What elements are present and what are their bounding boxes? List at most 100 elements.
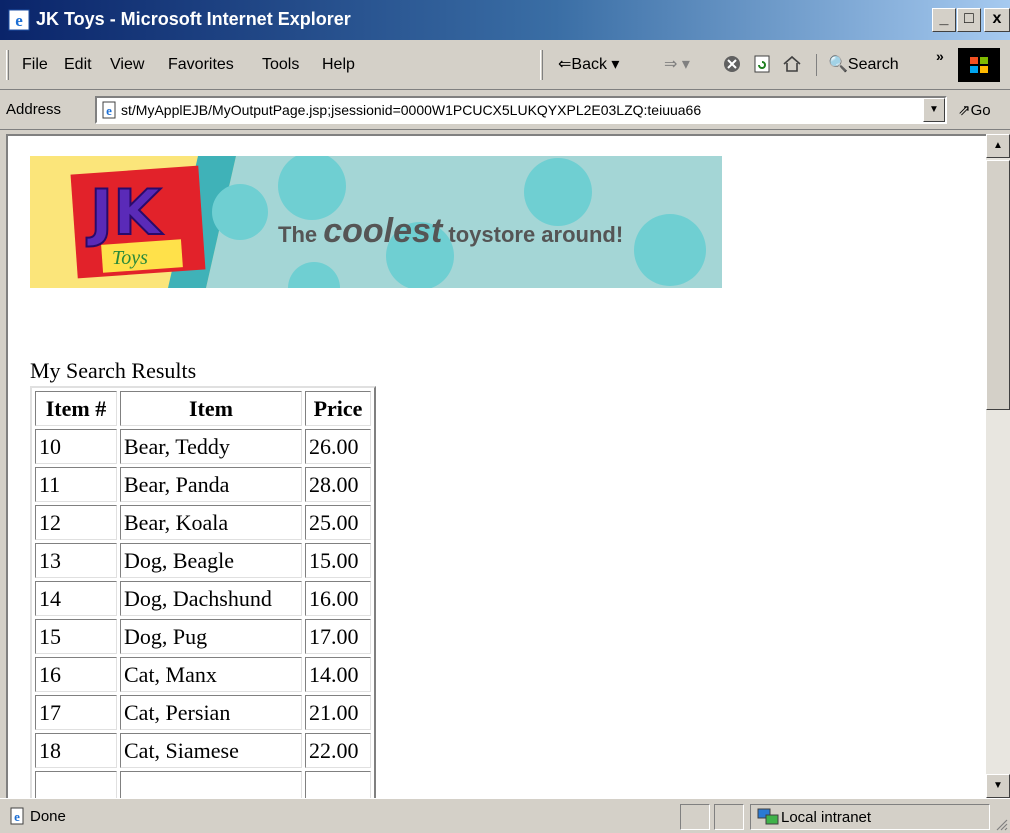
scroll-thumb[interactable] xyxy=(986,160,1010,410)
table-row: 10 Bear, Teddy 26.00 xyxy=(35,429,371,464)
cell-price: 17.00 xyxy=(305,619,371,654)
jk-toys-banner: JK Toys The coolest toystore around! xyxy=(30,156,722,288)
menu-favorites[interactable]: Favorites xyxy=(168,56,234,74)
table-row xyxy=(35,771,371,798)
menu-file[interactable]: File xyxy=(22,56,48,74)
table-row: 17 Cat, Persian 21.00 xyxy=(35,695,371,730)
cell-item: Cat, Siamese xyxy=(120,733,302,768)
close-button[interactable]: x xyxy=(984,8,1010,32)
cell-item-number: 15 xyxy=(35,619,117,654)
address-bar: Address e st/MyApplEJB/MyOutputPage.jsp;… xyxy=(0,90,1010,130)
menu-view[interactable]: View xyxy=(110,56,144,74)
window-title: JK Toys - Microsoft Internet Explorer xyxy=(36,9,351,29)
cell-price: 25.00 xyxy=(305,505,371,540)
cell-item-number: 10 xyxy=(35,429,117,464)
cell-item-number: 17 xyxy=(35,695,117,730)
scroll-up-button[interactable]: ▲ xyxy=(986,134,1010,158)
table-row: 13 Dog, Beagle 15.00 xyxy=(35,543,371,578)
cell-item-number: 18 xyxy=(35,733,117,768)
cell-item: Cat, Persian xyxy=(120,695,302,730)
address-url[interactable]: st/MyApplEJB/MyOutputPage.jsp;jsessionid… xyxy=(121,102,921,118)
zone-label: Local intranet xyxy=(781,809,872,826)
ie-throbber xyxy=(958,48,1000,82)
search-button[interactable]: 🔍Search xyxy=(828,54,899,74)
cell-item: Cat, Manx xyxy=(120,657,302,692)
zone-pane: Local intranet xyxy=(750,804,990,830)
forward-button[interactable]: ⇒ ▾ xyxy=(664,54,690,74)
back-arrow-icon: ⇐ xyxy=(558,56,572,73)
stop-icon[interactable] xyxy=(722,54,742,74)
table-row: 11 Bear, Panda 28.00 xyxy=(35,467,371,502)
go-label: Go xyxy=(970,102,991,119)
cell-item-number: 16 xyxy=(35,657,117,692)
cell-item: Dog, Beagle xyxy=(120,543,302,578)
status-page-icon: e xyxy=(10,807,24,825)
cell-price: 16.00 xyxy=(305,581,371,616)
search-label: Search xyxy=(847,56,899,73)
cell-item-number xyxy=(35,771,117,798)
cell-item: Dog, Pug xyxy=(120,619,302,654)
resize-grip[interactable] xyxy=(994,817,1008,831)
scroll-down-button[interactable]: ▼ xyxy=(986,774,1010,798)
results-table: Item # Item Price 10 Bear, Teddy 26.00 11 Be… xyxy=(30,386,376,798)
cell-item-number: 14 xyxy=(35,581,117,616)
address-dropdown-button[interactable]: ▼ xyxy=(923,98,945,122)
back-button[interactable]: ⇐Back ▾ xyxy=(558,54,619,74)
column-header-item: Item xyxy=(120,391,302,426)
home-icon[interactable] xyxy=(782,54,802,74)
cell-price: 15.00 xyxy=(305,543,371,578)
table-row: 12 Bear, Koala 25.00 xyxy=(35,505,371,540)
status-text: Done xyxy=(30,808,66,825)
status-pane-2 xyxy=(714,804,744,830)
search-results: My Search Results Item # Item Price 10 Be… xyxy=(30,358,376,798)
column-header-item-number: Item # xyxy=(35,391,117,426)
results-title: My Search Results xyxy=(30,358,197,383)
page-icon: e xyxy=(102,101,116,119)
back-label: Back xyxy=(571,56,607,73)
minimize-button[interactable]: _ xyxy=(932,8,956,32)
cell-price xyxy=(305,771,371,798)
address-label: Address xyxy=(6,101,62,118)
cell-item-number: 11 xyxy=(35,467,117,502)
cell-item: Bear, Panda xyxy=(120,467,302,502)
cell-item: Bear, Koala xyxy=(120,505,302,540)
menu-grip xyxy=(6,50,9,80)
go-button[interactable]: ⇗Go xyxy=(958,101,991,119)
table-row: 18 Cat, Siamese 22.00 xyxy=(35,733,371,768)
windows-logo-icon xyxy=(970,57,988,73)
status-bar: e Done Local intranet xyxy=(0,798,1010,833)
table-row: 14 Dog, Dachshund 16.00 xyxy=(35,581,371,616)
svg-text:e: e xyxy=(14,809,20,824)
toolbar-chevron[interactable]: » xyxy=(936,48,944,64)
cell-price: 22.00 xyxy=(305,733,371,768)
go-arrow-icon: ⇗ xyxy=(958,102,971,119)
address-input[interactable]: e st/MyApplEJB/MyOutputPage.jsp;jsession… xyxy=(95,96,947,124)
refresh-icon[interactable] xyxy=(752,54,772,74)
table-header-row: Item # Item Price xyxy=(35,391,371,426)
cell-price: 21.00 xyxy=(305,695,371,730)
maximize-button[interactable]: □ xyxy=(957,8,981,32)
vertical-scrollbar[interactable]: ▲ ▼ xyxy=(986,134,1010,798)
intranet-icon xyxy=(757,808,779,825)
menu-edit[interactable]: Edit xyxy=(64,56,92,74)
banner-logo-sub: Toys xyxy=(112,247,148,269)
forward-arrow-icon: ⇒ xyxy=(664,56,678,73)
cell-item xyxy=(120,771,302,798)
menu-bar: File Edit View Favorites Tools Help ⇐Bac… xyxy=(0,40,1010,90)
cell-item: Dog, Dachshund xyxy=(120,581,302,616)
page-viewport: JK Toys The coolest toystore around! My … xyxy=(6,134,986,798)
svg-text:e: e xyxy=(15,11,23,30)
svg-text:e: e xyxy=(106,103,112,118)
menu-help[interactable]: Help xyxy=(322,56,355,74)
table-row: 16 Cat, Manx 14.00 xyxy=(35,657,371,692)
search-icon: 🔍 xyxy=(828,56,848,73)
cell-price: 14.00 xyxy=(305,657,371,692)
cell-price: 28.00 xyxy=(305,467,371,502)
banner-logo-text: JK xyxy=(86,176,163,249)
column-header-price: Price xyxy=(305,391,371,426)
menu-tools[interactable]: Tools xyxy=(262,56,299,74)
status-pane-1 xyxy=(680,804,710,830)
title-bar[interactable]: e JK Toys - Microsoft Internet Explorer … xyxy=(0,0,1010,40)
ie-icon: e xyxy=(8,9,30,31)
cell-item: Bear, Teddy xyxy=(120,429,302,464)
